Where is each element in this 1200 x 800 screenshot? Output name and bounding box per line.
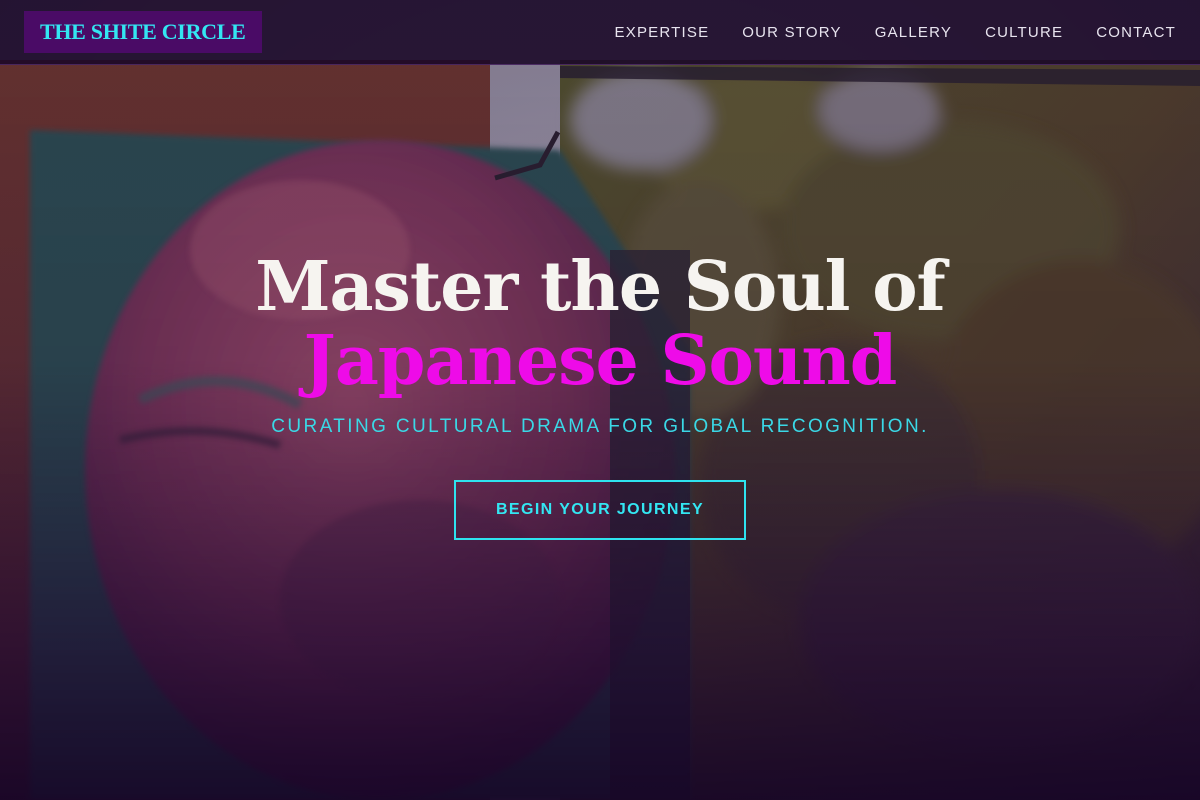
top-navbar: THE SHITE CIRCLE EXPERTISE OUR STORY GAL…	[0, 0, 1200, 65]
nav-link-contact[interactable]: CONTACT	[1096, 24, 1176, 41]
brand-logo[interactable]: THE SHITE CIRCLE	[24, 11, 262, 53]
begin-journey-button[interactable]: BEGIN YOUR JOURNEY	[454, 480, 746, 540]
headline-line-1: Master the Soul of	[255, 247, 946, 327]
hero-section: Master the Soul of Japanese Sound CURATI…	[0, 250, 1200, 540]
nav-link-expertise[interactable]: EXPERTISE	[615, 24, 710, 41]
hero-tagline: CURATING CULTURAL DRAMA FOR GLOBAL RECOG…	[271, 416, 929, 437]
nav-link-our-story[interactable]: OUR STORY	[742, 24, 841, 41]
nav-link-culture[interactable]: CULTURE	[985, 24, 1063, 41]
nav-link-gallery[interactable]: GALLERY	[875, 24, 952, 41]
hero-headline: Master the Soul of Japanese Sound	[0, 250, 1200, 398]
headline-line-2-accent: Japanese Sound	[303, 321, 898, 401]
nav-links: EXPERTISE OUR STORY GALLERY CULTURE CONT…	[582, 24, 1176, 41]
